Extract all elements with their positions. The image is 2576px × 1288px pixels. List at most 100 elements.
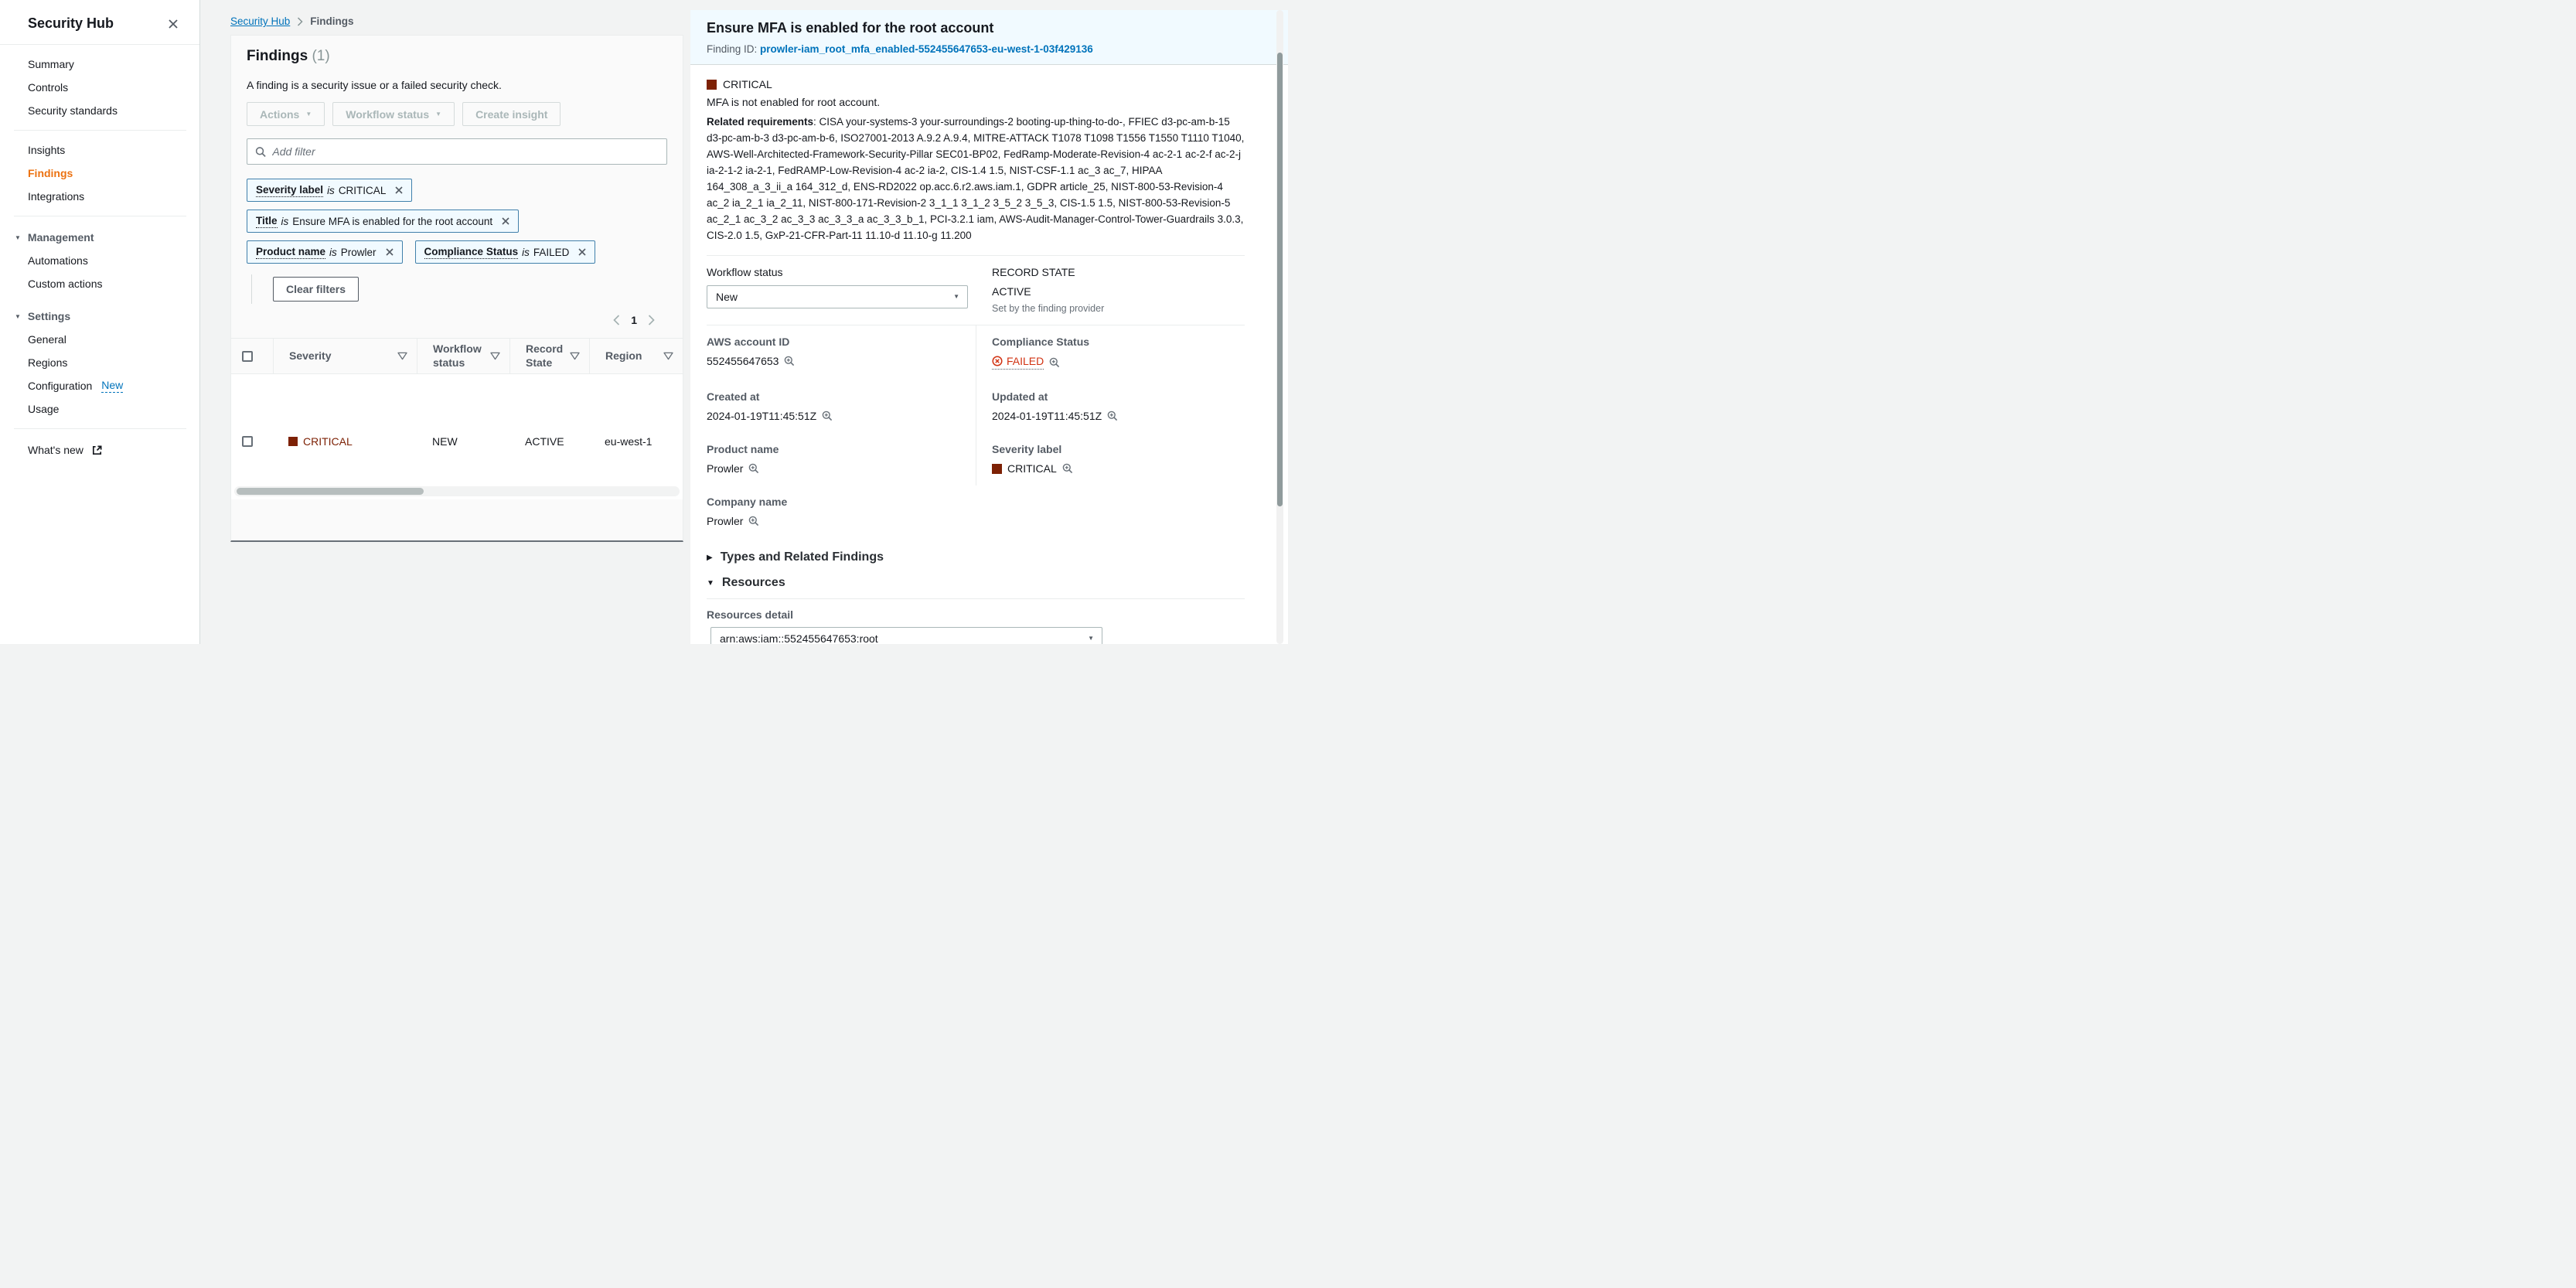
clear-filters-button[interactable]: Clear filters bbox=[273, 277, 359, 302]
section-resources[interactable]: ▼ Resources bbox=[707, 576, 1245, 590]
next-page-icon[interactable] bbox=[648, 315, 655, 325]
workflow-status-select[interactable]: New ▼ bbox=[707, 285, 968, 308]
filter-chip-row: Severity label is CRITICAL bbox=[247, 179, 667, 202]
sidebar-item-whats-new[interactable]: What's new bbox=[0, 438, 199, 462]
page-title: Findings (1) bbox=[247, 48, 667, 65]
chip-value: Prowler bbox=[341, 247, 377, 258]
scrollbar-thumb[interactable] bbox=[237, 488, 424, 495]
sidebar-item-configuration[interactable]: Configuration New bbox=[0, 374, 199, 397]
zoom-in-icon[interactable] bbox=[1049, 357, 1060, 368]
add-filter-input[interactable] bbox=[272, 145, 659, 158]
severity-cell: CRITICAL bbox=[273, 430, 417, 453]
filter-chip-row: Product name is Prowler Compliance Statu… bbox=[247, 240, 667, 264]
findings-title: Findings bbox=[247, 48, 308, 64]
filter-chip-compliance-status[interactable]: Compliance Status is FAILED bbox=[415, 240, 596, 264]
sidebar-item-findings[interactable]: Findings bbox=[0, 162, 199, 185]
field-value: FAILED bbox=[1007, 355, 1044, 367]
filter-icon[interactable] bbox=[663, 352, 673, 360]
close-icon[interactable] bbox=[167, 18, 179, 30]
select-all-checkbox[interactable] bbox=[242, 351, 253, 362]
filter-icon[interactable] bbox=[397, 352, 407, 360]
zoom-in-icon[interactable] bbox=[784, 356, 795, 366]
select-all-cell bbox=[231, 339, 273, 373]
zoom-in-icon[interactable] bbox=[748, 463, 759, 474]
chip-field: Product name bbox=[256, 246, 325, 259]
remove-filter-icon[interactable] bbox=[501, 216, 510, 226]
severity-badge: CRITICAL bbox=[707, 78, 1245, 90]
detail-title: Ensure MFA is enabled for the root accou… bbox=[707, 20, 1272, 36]
row-checkbox[interactable] bbox=[242, 436, 253, 447]
field-created-at: Created at 2024-01-19T11:45:51Z bbox=[707, 380, 976, 433]
create-insight-button[interactable]: Create insight bbox=[462, 102, 561, 126]
section-types-and-related-findings[interactable]: ▶ Types and Related Findings bbox=[707, 550, 1245, 564]
sidebar-item-security-standards[interactable]: Security standards bbox=[0, 99, 199, 122]
sidebar-group-management[interactable]: ▼ Management bbox=[0, 226, 199, 249]
findings-description: A finding is a security issue or a faile… bbox=[247, 79, 667, 91]
column-header-severity: Severity bbox=[273, 339, 417, 373]
toolbar: Actions ▼ Workflow status ▼ Create insig… bbox=[247, 102, 667, 126]
sidebar-divider bbox=[14, 428, 186, 429]
zoom-in-icon[interactable] bbox=[822, 411, 833, 421]
section-title: Types and Related Findings bbox=[721, 550, 884, 564]
filter-icon[interactable] bbox=[490, 352, 500, 360]
field-value: 552455647653 bbox=[707, 355, 779, 367]
zoom-in-icon[interactable] bbox=[1062, 463, 1073, 474]
severity-square-icon bbox=[992, 464, 1002, 474]
table-row[interactable]: CRITICAL NEW ACTIVE eu-west-1 bbox=[231, 430, 683, 453]
external-link-icon bbox=[91, 445, 103, 456]
findings-count: (1) bbox=[312, 48, 329, 64]
breadcrumb-current: Findings bbox=[310, 15, 353, 27]
scrollbar-thumb[interactable] bbox=[1277, 53, 1283, 506]
chip-operator: is bbox=[522, 247, 530, 258]
remove-filter-icon[interactable] bbox=[394, 186, 404, 195]
field-label: Product name bbox=[707, 443, 976, 455]
actions-button[interactable]: Actions ▼ bbox=[247, 102, 325, 126]
workflow-section: Workflow status New ▼ RECORD STATE ACTIV… bbox=[707, 256, 1245, 325]
sidebar-item-insights[interactable]: Insights bbox=[0, 138, 199, 162]
sidebar-item-regions[interactable]: Regions bbox=[0, 351, 199, 374]
filter-icon[interactable] bbox=[570, 352, 580, 360]
new-badge: New bbox=[101, 379, 123, 393]
sidebar-group-settings[interactable]: ▼ Settings bbox=[0, 305, 199, 328]
chip-field: Compliance Status bbox=[424, 246, 519, 259]
sidebar-item-general[interactable]: General bbox=[0, 328, 199, 351]
filter-chip-product-name[interactable]: Product name is Prowler bbox=[247, 240, 403, 264]
zoom-in-icon[interactable] bbox=[1107, 411, 1118, 421]
breadcrumb: Security Hub Findings bbox=[230, 15, 354, 27]
finding-detail-panel: Ensure MFA is enabled for the root accou… bbox=[690, 10, 1288, 644]
workflow-status-button-label: Workflow status bbox=[346, 108, 429, 121]
related-requirements: Related requirements: CISA your-systems-… bbox=[707, 114, 1245, 244]
sidebar-item-automations[interactable]: Automations bbox=[0, 249, 199, 272]
remove-filter-icon[interactable] bbox=[578, 247, 587, 257]
resources-detail-value: arn:aws:iam::552455647653:root bbox=[720, 632, 878, 644]
sidebar-item-usage[interactable]: Usage bbox=[0, 397, 199, 421]
horizontal-scrollbar[interactable] bbox=[234, 486, 680, 496]
resources-detail-select[interactable]: arn:aws:iam::552455647653:root ▼ bbox=[710, 627, 1102, 644]
create-insight-button-label: Create insight bbox=[475, 108, 547, 121]
finding-id-link[interactable]: prowler-iam_root_mfa_enabled-55245564765… bbox=[760, 43, 1093, 55]
findings-table: Severity Workflow status Record State Re… bbox=[231, 338, 683, 499]
previous-page-icon[interactable] bbox=[613, 315, 620, 325]
sidebar-item-label: What's new bbox=[28, 444, 83, 456]
vertical-scrollbar[interactable] bbox=[1276, 10, 1283, 644]
zoom-in-icon[interactable] bbox=[748, 516, 759, 526]
filter-chip-severity-label[interactable]: Severity label is CRITICAL bbox=[247, 179, 412, 202]
page-number[interactable]: 1 bbox=[631, 314, 637, 326]
sidebar-item-summary[interactable]: Summary bbox=[0, 53, 199, 76]
actions-button-label: Actions bbox=[260, 108, 299, 121]
column-header-record-state: Record State bbox=[509, 339, 589, 373]
field-value: Prowler bbox=[707, 462, 743, 475]
filter-chip-title[interactable]: Title is Ensure MFA is enabled for the r… bbox=[247, 210, 519, 233]
record-state-cell: ACTIVE bbox=[509, 430, 589, 453]
sidebar-item-controls[interactable]: Controls bbox=[0, 76, 199, 99]
remove-filter-icon[interactable] bbox=[385, 247, 394, 257]
section-expanded-icon: ▼ bbox=[707, 579, 714, 588]
sidebar: Security Hub Summary Controls Security s… bbox=[0, 0, 200, 644]
sidebar-item-integrations[interactable]: Integrations bbox=[0, 185, 199, 208]
sidebar-item-custom-actions[interactable]: Custom actions bbox=[0, 272, 199, 295]
detail-header: Ensure MFA is enabled for the root accou… bbox=[690, 10, 1288, 65]
workflow-status-button[interactable]: Workflow status ▼ bbox=[332, 102, 455, 126]
field-label: Compliance Status bbox=[992, 336, 1245, 348]
breadcrumb-link-security-hub[interactable]: Security Hub bbox=[230, 15, 290, 27]
field-value: 2024-01-19T11:45:51Z bbox=[992, 410, 1102, 422]
